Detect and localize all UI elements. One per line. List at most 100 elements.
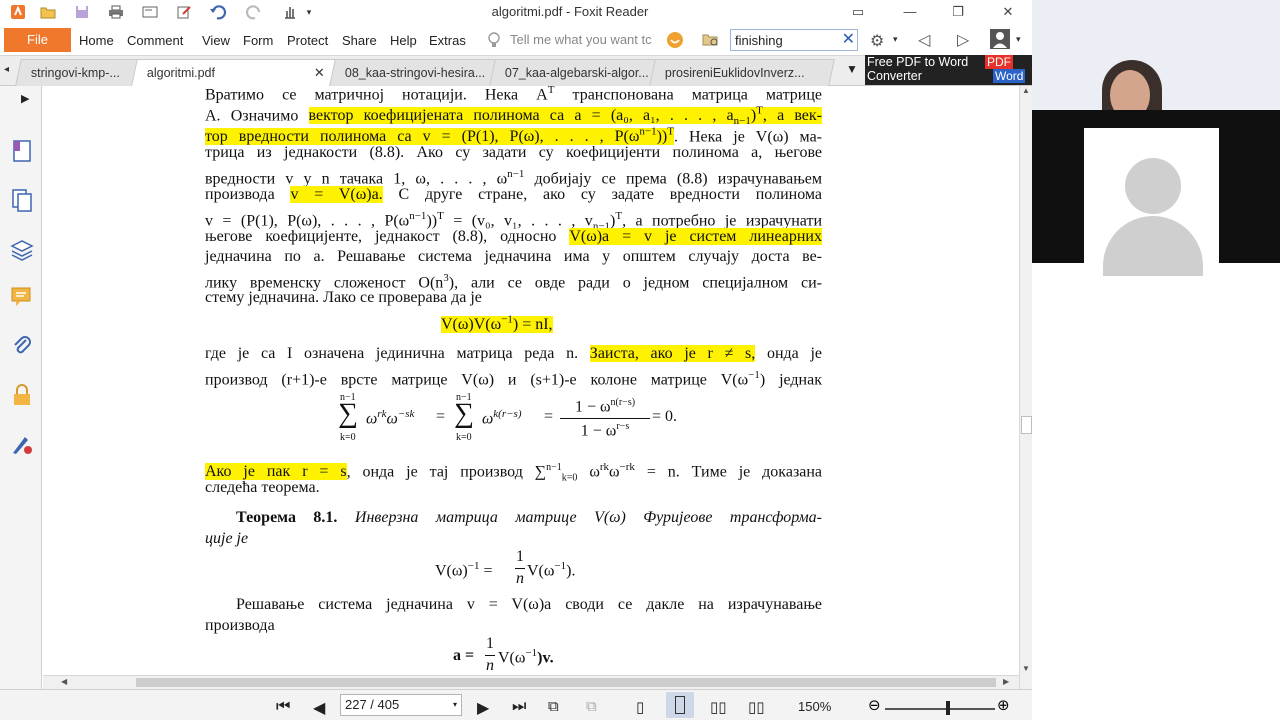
menu-home[interactable]: Home <box>79 33 114 48</box>
single-page-icon[interactable]: ▯ <box>636 698 644 716</box>
vertical-scroll-thumb[interactable] <box>1021 416 1032 434</box>
equation-identity: V(ω)V(ω−1) = nI, <box>441 314 553 334</box>
text-line-13: производ (r+1)-е врсте матрице V(ω) и (s… <box>205 369 822 389</box>
text-line-4: трица из једнакости (8.8). Ако су задати… <box>205 144 822 161</box>
menu-share[interactable]: Share <box>342 33 377 48</box>
page-dropdown-icon[interactable]: ▾ <box>453 700 457 709</box>
window-title: algoritmi.pdf - Foxit Reader <box>491 4 649 19</box>
highlight-v-equals[interactable]: v = V(ω)a. <box>290 186 383 203</box>
scroll-left-icon[interactable]: ◀ <box>61 677 67 686</box>
zoom-level[interactable]: 150% <box>798 699 831 714</box>
text-line-15: следећа теорема. <box>205 479 320 496</box>
comments-icon[interactable] <box>9 284 35 310</box>
pages-thumbnail-icon[interactable] <box>9 187 35 213</box>
attachments-icon[interactable] <box>9 333 35 359</box>
settings-gear-icon[interactable]: ⚙ <box>870 31 884 51</box>
scroll-right-icon[interactable]: ▶ <box>1003 677 1009 686</box>
zoom-slider-track[interactable] <box>885 708 995 710</box>
continuous-page-icon[interactable] <box>666 692 694 718</box>
tab-prosireni-euklidov[interactable]: prosireniEuklidovInverz... <box>649 59 835 86</box>
tab-stringovi-kmp[interactable]: stringovi-kmp-... <box>15 59 139 86</box>
sum2-term: ωk(r−s) <box>482 408 522 428</box>
highlight-r-not-equal-s[interactable]: Заиста, ако је r ≠ s, <box>589 345 756 362</box>
zoom-out-icon[interactable]: ⊖ <box>868 696 881 714</box>
sum2-lower: k=0 <box>456 432 472 443</box>
zoom-slider-thumb[interactable] <box>946 701 950 715</box>
close-button[interactable]: ✕ <box>996 2 1020 22</box>
expand-panel-icon[interactable]: ▶ <box>21 92 29 105</box>
highlight-identity-equation[interactable]: V(ω)V(ω−1) = nI, <box>441 314 553 334</box>
text-line-8: његове коефицијенте, једнакост (8.8), од… <box>205 228 822 245</box>
feedback-icon[interactable] <box>666 31 684 54</box>
ad-pdf-badge: PDF <box>985 55 1013 69</box>
bookmark-icon[interactable] <box>9 138 35 164</box>
search-folder-icon[interactable] <box>702 32 720 53</box>
facing-page-icon[interactable]: ▯▯ <box>710 698 727 716</box>
tab-07-kaa-algebarski[interactable]: 07_kaa-algebarski-algor... <box>489 59 657 86</box>
title-bar: ▾ algoritmi.pdf - Foxit Reader ▭ — ❐ ✕ <box>0 0 1032 26</box>
tell-me-input[interactable]: Tell me what you want tc <box>510 32 652 47</box>
search-input[interactable] <box>735 32 839 48</box>
text-line-11: стему једначина. Лако се проверава да је <box>205 289 482 306</box>
menu-form[interactable]: Form <box>243 33 273 48</box>
next-result-icon[interactable]: ▷ <box>957 30 969 50</box>
status-bar: ⏮ ◀ 227 / 405 ▾ ▶ ⏭ ⧉ ⧉ ▯ ▯▯ ▯▯ 150% ⊖ ⊕ <box>0 689 1032 720</box>
zoom-in-icon[interactable]: ⊕ <box>997 696 1010 714</box>
tab-list-dropdown-icon[interactable]: ▼ <box>846 62 858 76</box>
menu-help[interactable]: Help <box>390 33 417 48</box>
menu-extras[interactable]: Extras <box>429 33 466 48</box>
minimize-button[interactable]: — <box>898 2 922 22</box>
scroll-up-icon[interactable]: ▲ <box>1022 86 1030 95</box>
avatar-body-icon <box>1103 216 1203 276</box>
restore-button[interactable]: ❐ <box>946 2 970 22</box>
tab-08-kaa-stringovi[interactable]: 08_kaa-stringovi-hesira... <box>329 59 497 86</box>
scroll-down-icon[interactable]: ▼ <box>1022 664 1030 673</box>
previous-page-icon[interactable]: ◀ <box>313 698 325 718</box>
first-page-icon[interactable]: ⏮ <box>276 698 290 716</box>
tabs-scroll-left-icon[interactable]: ◂ <box>4 64 9 75</box>
signature-icon[interactable] <box>9 431 35 457</box>
clear-search-icon[interactable]: ✕ <box>842 31 855 49</box>
file-menu[interactable]: File <box>4 28 71 52</box>
layers-icon[interactable] <box>9 236 35 262</box>
next-page-icon[interactable]: ▶ <box>477 698 489 718</box>
menu-protect[interactable]: Protect <box>287 33 328 48</box>
eq-sign-2: = <box>544 408 554 425</box>
ribbon-options-icon[interactable]: ▭ <box>846 2 870 22</box>
avatar-head-icon <box>1125 158 1181 214</box>
text-line-9: једначина по a. Решавање система једначи… <box>205 248 822 265</box>
account-dropdown-icon[interactable]: ▾ <box>1016 34 1021 45</box>
horizontal-scroll-thumb[interactable] <box>136 678 996 687</box>
text-line-6: производа v = V(ω)a. С друге стране, ако… <box>205 186 823 203</box>
security-lock-icon[interactable] <box>9 382 35 408</box>
pdf-to-word-ad[interactable]: Free PDF to Word Converter PDF Word <box>865 55 1032 85</box>
next-view-icon[interactable]: ⧉ <box>586 698 597 715</box>
vertical-scrollbar[interactable]: ▲ ▼ <box>1019 86 1032 689</box>
eq-sign: = <box>436 408 446 425</box>
webcam-video <box>1032 0 1280 128</box>
menu-comment[interactable]: Comment <box>127 33 183 48</box>
continuous-facing-icon[interactable]: ▯▯ <box>748 698 765 716</box>
eq-result: = 0. <box>652 408 678 425</box>
horizontal-scrollbar[interactable]: ◀ ▶ <box>43 675 1019 689</box>
text-line-16: Решавање система једначина v = V(ω)a сво… <box>236 596 822 613</box>
settings-dropdown-icon[interactable]: ▾ <box>893 34 898 45</box>
sum2-sigma: ∑ <box>454 398 474 429</box>
previous-result-icon[interactable]: ◁ <box>918 30 930 50</box>
previous-view-icon[interactable]: ⧉ <box>548 698 559 715</box>
close-tab-icon[interactable]: ✕ <box>314 65 325 81</box>
menu-view[interactable]: View <box>202 33 230 48</box>
theorem-line-2: ције је <box>205 530 249 547</box>
document-view[interactable]: Вратимо се матричној нотацији. Нека AT т… <box>43 86 1019 675</box>
navigation-panel: ▶ <box>0 86 42 689</box>
last-page-icon[interactable]: ⏭ <box>512 698 526 716</box>
search-box[interactable]: ✕ <box>730 29 858 51</box>
highlight-linear-system[interactable]: V(ω)a = v је систем линеарних <box>569 228 822 245</box>
page-number-input[interactable]: 227 / 405 ▾ <box>340 694 462 716</box>
sum1-sigma: ∑ <box>338 398 358 429</box>
foxit-reader-window: ▾ algoritmi.pdf - Foxit Reader ▭ — ❐ ✕ F… <box>0 0 1032 720</box>
fraction-numerator: 1 − ωn(r−s) <box>574 397 636 416</box>
user-account-icon[interactable] <box>990 29 1010 49</box>
tab-algoritmi[interactable]: algoritmi.pdf ✕ <box>131 59 337 86</box>
pdf-page: Вратимо се матричној нотацији. Нека AT т… <box>43 86 1019 675</box>
